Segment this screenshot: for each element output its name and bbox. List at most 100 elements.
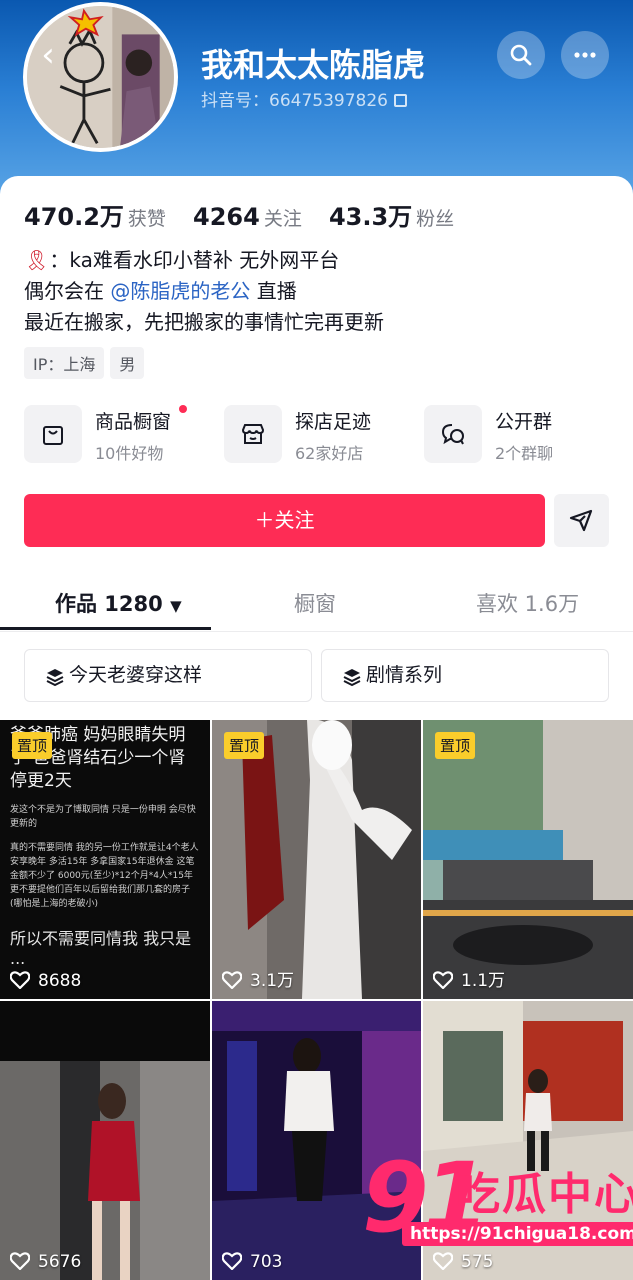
pinned-badge: 置顶 xyxy=(435,732,476,759)
layers-icon xyxy=(46,669,64,687)
feature-group-title: 公开群 xyxy=(495,411,553,433)
video-likes-count: 3.1万 xyxy=(250,971,295,991)
feature-group-subtitle: 2个群聊 xyxy=(495,444,554,463)
content-tabs: 作品 1280 ▼ 橱窗 喜欢 1.6万 xyxy=(0,576,633,632)
active-tab-indicator xyxy=(0,627,211,630)
search-button[interactable] xyxy=(497,31,545,79)
feature-entries: 商品橱窗 10件好物 探店足迹 62家好店 公开群 2个群聊 xyxy=(24,405,614,467)
video-thumbnail[interactable]: 5676 xyxy=(0,1001,210,1280)
feature-shop-title: 商品橱窗 xyxy=(95,411,172,433)
video-cover-image xyxy=(423,720,633,999)
douyin-id: 抖音号：66475397826 xyxy=(201,86,407,111)
video-thumbnail[interactable]: 置顶 3.1万 xyxy=(212,720,421,999)
video-likes: 1.1万 xyxy=(432,966,506,991)
video-likes: 5676 xyxy=(9,1252,82,1272)
send-icon xyxy=(569,509,593,532)
profile-stats: 470.2万 获赞 4264 关注 43.3万 粉丝 xyxy=(24,197,476,232)
copy-icon[interactable] xyxy=(393,94,407,107)
collection-drama-label: 剧情系列 xyxy=(366,664,443,686)
bio-mention-link[interactable]: @陈脂虎的老公 xyxy=(110,279,250,303)
stat-followers-label: 粉丝 xyxy=(416,208,455,230)
video-cover-image xyxy=(0,1001,210,1280)
pinned-badge: 置顶 xyxy=(12,732,53,759)
feature-store-title: 探店足迹 xyxy=(295,411,372,433)
site-watermark: 91 吃瓜中心 https://91chigua18.com xyxy=(362,1148,633,1280)
text-post-note-2: 真的不需要同情 我的另一份工作就是让4个老人安享晚年 多活15年 多拿国家15年… xyxy=(10,843,199,909)
profile-tags: IP：上海男 xyxy=(24,347,150,379)
stat-likes[interactable]: 470.2万 获赞 xyxy=(24,197,166,232)
feature-shop-icon-box xyxy=(24,405,82,463)
video-likes-count: 5676 xyxy=(38,1252,82,1272)
watermark-name: 吃瓜中心 xyxy=(456,1169,633,1220)
heart-icon xyxy=(221,1252,243,1271)
feature-store-icon-box xyxy=(224,405,282,463)
video-likes-count: 8688 xyxy=(38,971,82,991)
avatar-image xyxy=(27,6,174,148)
video-cover-image xyxy=(212,720,421,999)
douyin-id-label: 抖音号： xyxy=(201,91,269,111)
feature-store-subtitle: 62家好店 xyxy=(295,444,364,463)
text-post-thumbnail: 爷爷肺癌 妈妈眼睛失明了 爸爸肾结石少一个肾 停更2天 发这个不是为了博取同情 … xyxy=(0,720,210,999)
video-thumbnail[interactable]: 爷爷肺癌 妈妈眼睛失明了 爸爸肾结石少一个肾 停更2天 发这个不是为了博取同情 … xyxy=(0,720,210,999)
back-button[interactable]: ‹ xyxy=(30,34,66,76)
notification-dot xyxy=(179,405,187,413)
douyin-id-value: 66475397826 xyxy=(269,91,388,111)
video-likes-count: 1.1万 xyxy=(461,971,506,991)
collection-drama-series[interactable]: 剧情系列 xyxy=(321,649,609,702)
layers-icon xyxy=(343,669,361,687)
caret-down-icon: ▼ xyxy=(170,597,182,615)
avatar[interactable] xyxy=(23,2,178,152)
watermark-url: https://91chigua18.com xyxy=(402,1222,633,1246)
profile-nickname: 我和太太陈脂虎 xyxy=(201,46,426,84)
feature-shop-window[interactable]: 商品橱窗 10件好物 xyxy=(24,405,214,467)
heart-icon xyxy=(9,1252,31,1271)
feature-public-group[interactable]: 公开群 2个群聊 xyxy=(424,405,614,467)
more-icon xyxy=(574,52,596,58)
collection-outfits-label: 今天老婆穿这样 xyxy=(69,664,203,686)
tab-shop-window[interactable]: 橱窗 xyxy=(294,588,336,618)
heart-icon xyxy=(221,971,243,990)
store-icon xyxy=(241,424,265,444)
video-likes: 3.1万 xyxy=(221,966,295,991)
pinned-badge: 置顶 xyxy=(224,732,265,759)
tab-likes[interactable]: 喜欢 1.6万 xyxy=(476,588,579,618)
stat-following-value: 4264 xyxy=(193,203,260,231)
heart-icon xyxy=(9,971,31,990)
stat-following[interactable]: 4264 关注 xyxy=(193,203,302,231)
stat-likes-value: 470.2万 xyxy=(24,203,124,231)
tab-works[interactable]: 作品 1280 ▼ xyxy=(55,588,182,618)
stat-followers[interactable]: 43.3万 粉丝 xyxy=(329,197,454,232)
stat-followers-value: 43.3万 xyxy=(328,203,413,231)
video-likes: 8688 xyxy=(9,971,82,991)
text-post-note-1: 发这个不是为了博取同情 只是一份申明 会尽快更新的 xyxy=(10,805,196,829)
stat-likes-label: 获赞 xyxy=(127,208,166,230)
text-post-note-3: 所以不需要同情我 我只是 ... xyxy=(10,929,192,968)
ip-location-tag: IP：上海 xyxy=(24,347,105,379)
video-likes: 703 xyxy=(221,1252,283,1272)
feature-group-icon-box xyxy=(424,405,482,463)
collections-row: 今天老婆穿这样 剧情系列 xyxy=(24,649,610,702)
bio-line-1: 🎗：ka难看水印小替补 无外网平台 xyxy=(24,245,384,276)
more-button[interactable] xyxy=(561,31,609,79)
bio-line-2-suffix: 直播 xyxy=(250,279,297,303)
bio-line-2-prefix: 偶尔会在 xyxy=(24,279,111,303)
bio-line-2: 偶尔会在 @陈脂虎的老公 直播 xyxy=(24,276,384,307)
heart-icon xyxy=(432,971,454,990)
stat-following-label: 关注 xyxy=(263,208,302,230)
ribbon-icon: 🎗 xyxy=(24,248,50,272)
shopping-bag-icon xyxy=(43,426,63,445)
feature-shop-subtitle: 10件好物 xyxy=(95,444,164,463)
share-button[interactable] xyxy=(554,494,609,547)
tab-works-label: 作品 1280 xyxy=(55,592,163,616)
bio-line-1-text: ：ka难看水印小替补 无外网平台 xyxy=(49,248,340,272)
gender-tag: 男 xyxy=(110,347,145,379)
search-icon xyxy=(510,44,532,66)
bio-line-3: 最近在搬家，先把搬家的事情忙完再更新 xyxy=(24,310,384,334)
chat-group-icon xyxy=(441,424,464,445)
video-thumbnail[interactable]: 置顶 1.1万 xyxy=(423,720,633,999)
follow-button[interactable]: ＋关注 xyxy=(24,494,545,547)
profile-bio: 🎗：ka难看水印小替补 无外网平台 偶尔会在 @陈脂虎的老公 直播 最近在搬家，… xyxy=(24,245,384,338)
video-likes-count: 703 xyxy=(250,1252,283,1272)
collection-outfits[interactable]: 今天老婆穿这样 xyxy=(24,649,312,702)
feature-store-visits[interactable]: 探店足迹 62家好店 xyxy=(224,405,414,467)
